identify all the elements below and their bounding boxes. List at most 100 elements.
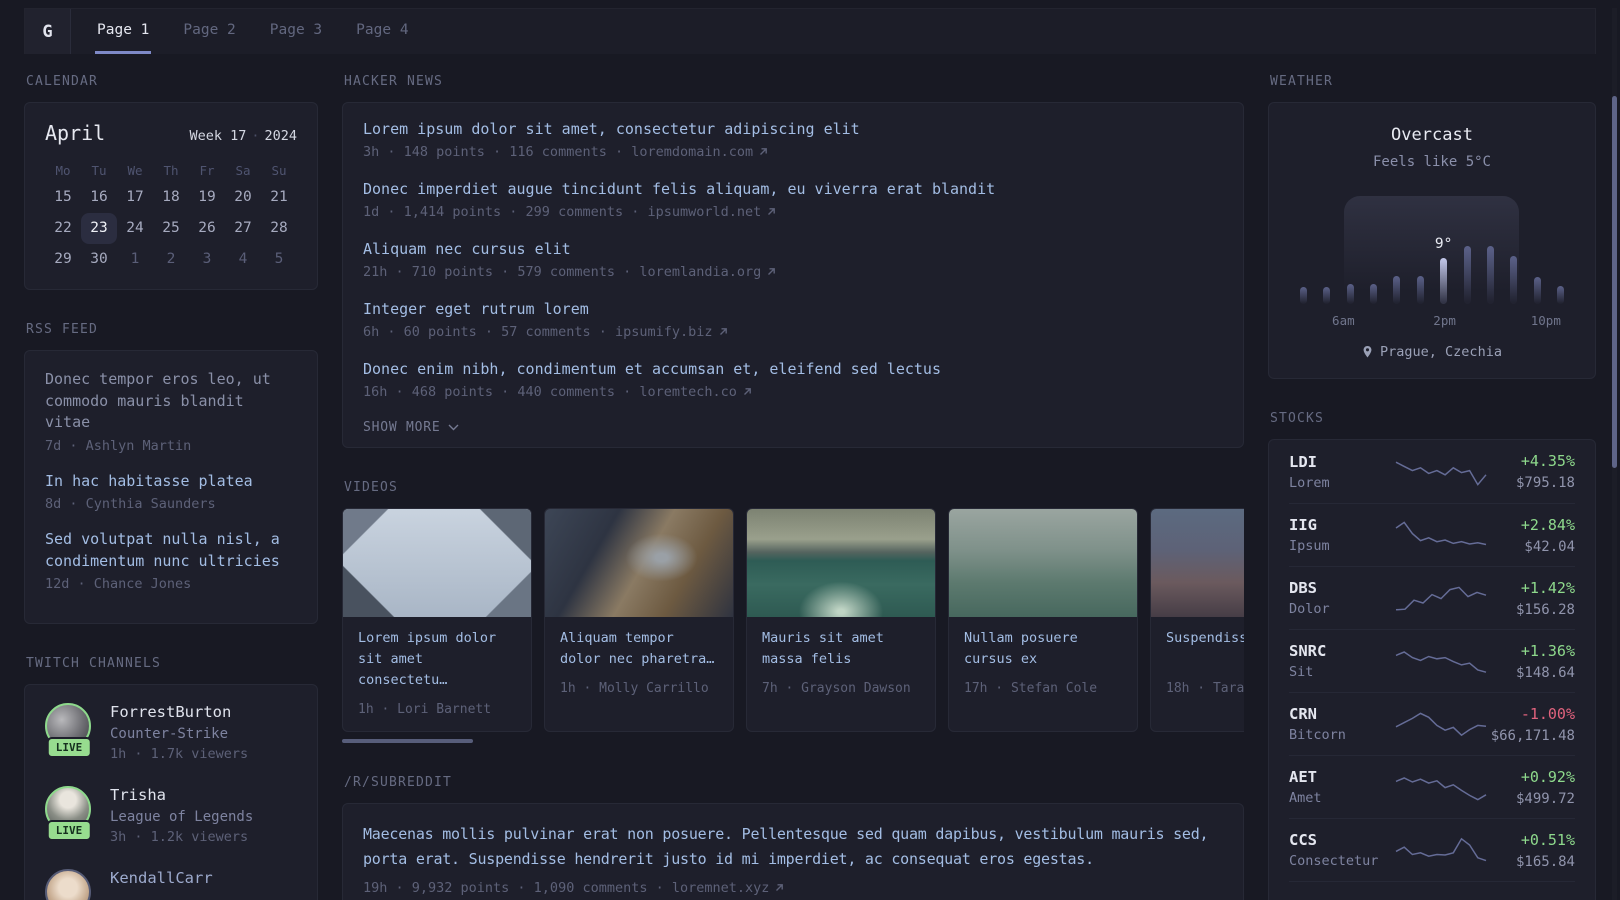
stock-change: +1.36%: [1520, 641, 1575, 660]
video-thumbnail[interactable]: [545, 509, 733, 617]
stock-change: +4.35%: [1520, 452, 1575, 470]
channel-name-link[interactable]: ForrestBurton: [110, 703, 248, 721]
video-meta: 1h · Lori Barnett: [358, 702, 492, 717]
time-tick-label: 2pm: [1433, 313, 1456, 328]
stock-identity: DBS Dolor: [1289, 579, 1395, 617]
hn-item-domain-link[interactable]: loremlandia.org: [639, 264, 777, 280]
external-link-icon: [743, 388, 751, 395]
stock-name: Bitcorn: [1289, 727, 1346, 743]
video-thumbnail[interactable]: [747, 509, 935, 617]
stock-row[interactable]: DBS Dolor +1.42% $156.28: [1289, 566, 1575, 629]
stocks-section: STOCKS LDI Lorem +4.35% $795.18 IIG Ipsu…: [1268, 411, 1596, 900]
day-of-week-label: Sa: [235, 163, 251, 178]
hn-item-domain-link[interactable]: ipsumworld.net: [647, 204, 777, 220]
hn-item-title-link[interactable]: Lorem ipsum dolor sit amet, consectetur …: [363, 120, 1223, 138]
video-title-link[interactable]: Nullam posuere cursus ex: [964, 628, 1122, 670]
video-title-link[interactable]: Suspendisse diam: [1166, 628, 1244, 670]
stock-row[interactable]: SNRC Sit +1.36% $148.64: [1289, 629, 1575, 692]
day-of-week-label: Th: [163, 163, 179, 178]
subreddit-post-title-link[interactable]: Maecenas mollis pulvinar erat non posuer…: [363, 822, 1223, 872]
subreddit-section: /R/SUBREDDIT Maecenas mollis pulvinar er…: [342, 775, 1244, 900]
twitch-section: TWITCH CHANNELS LIVE ForrestBurton Count…: [24, 656, 318, 900]
video-body: Nullam posuere cursus ex 17h · Stefan Co…: [949, 617, 1137, 710]
page-tab[interactable]: Page 2: [181, 9, 237, 54]
weather-location-text: Prague, Czechia: [1380, 344, 1502, 360]
stock-symbol: IIG: [1289, 516, 1317, 534]
app-logo[interactable]: G: [25, 9, 71, 54]
video-thumbnail[interactable]: [1151, 509, 1244, 617]
weather-chart: 9°: [1300, 196, 1564, 308]
video-title-link[interactable]: Lorem ipsum dolor sit amet consectetu…: [358, 628, 516, 691]
video-thumbnail[interactable]: [343, 509, 531, 617]
twitch-channel-row[interactable]: LIVE Trisha League of Legends 3h · 1.2k …: [45, 786, 297, 845]
stock-row[interactable]: LDI Lorem +4.35% $795.18: [1289, 440, 1575, 503]
stock-row[interactable]: CCS Consectetur +0.51% $165.84: [1289, 818, 1575, 881]
page-scrollbar-thumb[interactable]: [1612, 96, 1617, 468]
stock-symbol: CRN: [1289, 705, 1317, 723]
calendar-day-headers: Mo Tu We Th Fr Sa Su: [45, 163, 297, 178]
hn-item-domain-link[interactable]: ipsumify.biz: [615, 324, 729, 340]
calendar-day: 22: [54, 220, 72, 236]
video-card[interactable]: Suspendisse diam 18h · Tara: [1150, 508, 1244, 732]
hackernews-section-title: HACKER NEWS: [344, 74, 443, 89]
calendar-day: 16: [90, 189, 108, 205]
avatar-wrap: [45, 869, 93, 900]
stock-row[interactable]: IIG Ipsum +2.84% $42.04: [1289, 503, 1575, 566]
calendar-day: 28: [270, 220, 288, 236]
stocks-section-title: STOCKS: [1270, 411, 1324, 426]
stock-row[interactable]: CRN Bitcorn -1.00% $66,171.48: [1289, 692, 1575, 755]
rss-item-link[interactable]: Sed volutpat nulla nisl, a condimentum n…: [45, 529, 297, 572]
weather-bar: [1370, 284, 1378, 304]
hn-item-title-link[interactable]: Aliquam nec cursus elit: [363, 240, 1223, 258]
rss-section-title: RSS FEED: [26, 322, 98, 337]
hn-item-title-link[interactable]: Integer eget rutrum lorem: [363, 300, 1223, 318]
page-tab[interactable]: Page 1: [95, 9, 152, 54]
avatar-wrap: LIVE: [45, 703, 93, 758]
video-card[interactable]: Aliquam tempor dolor nec pharetra… 1h · …: [544, 508, 734, 732]
hn-item-domain-link[interactable]: loremdomain.com: [631, 144, 769, 160]
calendar-widget: April Week 17 · 2024 Mo Tu We Th Fr Sa Su 15 16 17…: [24, 102, 318, 290]
videos-section-title: VIDEOS: [344, 480, 398, 495]
hn-item-domain-link[interactable]: loremtech.co: [639, 384, 753, 400]
stock-row[interactable]: AHS +0.46%: [1289, 881, 1575, 900]
twitch-channel-row[interactable]: KendallCarr: [45, 869, 297, 900]
rss-section: RSS FEED Donec tempor eros leo, ut commo…: [24, 322, 318, 624]
stock-values: +0.92% $499.72: [1516, 768, 1575, 807]
hn-item-domain: loremtech.co: [639, 384, 737, 400]
current-temp-label: 9°: [1434, 236, 1453, 252]
stock-identity: AET Amet: [1289, 768, 1395, 806]
hn-item-title-link[interactable]: Donec imperdiet augue tincidunt felis al…: [363, 180, 1223, 198]
page-tab[interactable]: Page 4: [354, 9, 410, 54]
day-of-week-label: Mo: [55, 163, 71, 178]
video-title-link[interactable]: Aliquam tempor dolor nec pharetra…: [560, 628, 718, 670]
left-column: CALENDAR April Week 17 · 2024 Mo Tu We Th Fr Sa…: [24, 74, 318, 900]
video-card[interactable]: Lorem ipsum dolor sit amet consectetu… 1…: [342, 508, 532, 732]
carousel-scrollbar[interactable]: [342, 739, 473, 743]
stock-sparkline: [1395, 583, 1487, 613]
day-of-week-label: Su: [271, 163, 287, 178]
video-thumbnail[interactable]: [949, 509, 1137, 617]
hn-show-more-button[interactable]: SHOW MORE: [363, 420, 459, 435]
subreddit-post-domain: loremnet.xyz: [671, 880, 770, 896]
live-badge: LIVE: [46, 737, 92, 758]
stock-price: $795.18: [1515, 475, 1575, 491]
video-card[interactable]: Mauris sit amet massa felis 7h · Grayson…: [746, 508, 936, 732]
rss-item-link[interactable]: Donec tempor eros leo, ut commodo mauris…: [45, 369, 297, 434]
rss-item-link[interactable]: In hac habitasse platea: [45, 471, 297, 493]
twitch-channel-row[interactable]: LIVE ForrestBurton Counter-Strike 1h · 1…: [45, 703, 297, 762]
subreddit-post-domain-link[interactable]: loremnet.xyz: [672, 880, 786, 896]
stock-row[interactable]: AET Amet +0.92% $499.72: [1289, 755, 1575, 818]
page-tab[interactable]: Page 3: [268, 9, 324, 54]
calendar-day: 2: [166, 251, 176, 267]
weather-time-axis: 6am 2pm 10pm: [1289, 313, 1575, 331]
video-card[interactable]: Nullam posuere cursus ex 17h · Stefan Co…: [948, 508, 1138, 732]
page-scrollbar-track[interactable]: [1612, 8, 1617, 900]
channel-name-link[interactable]: Trisha: [110, 786, 253, 804]
stock-name: Sit: [1289, 664, 1314, 680]
video-title-link[interactable]: Mauris sit amet massa felis: [762, 628, 920, 670]
rss-item: Sed volutpat nulla nisl, a condimentum n…: [45, 529, 297, 592]
hn-item-title-link[interactable]: Donec enim nibh, condimentum et accumsan…: [363, 360, 1223, 378]
hn-item-domain: loremdomain.com: [631, 144, 754, 160]
channel-game: League of Legends: [110, 809, 254, 825]
channel-name-link[interactable]: KendallCarr: [110, 869, 213, 887]
